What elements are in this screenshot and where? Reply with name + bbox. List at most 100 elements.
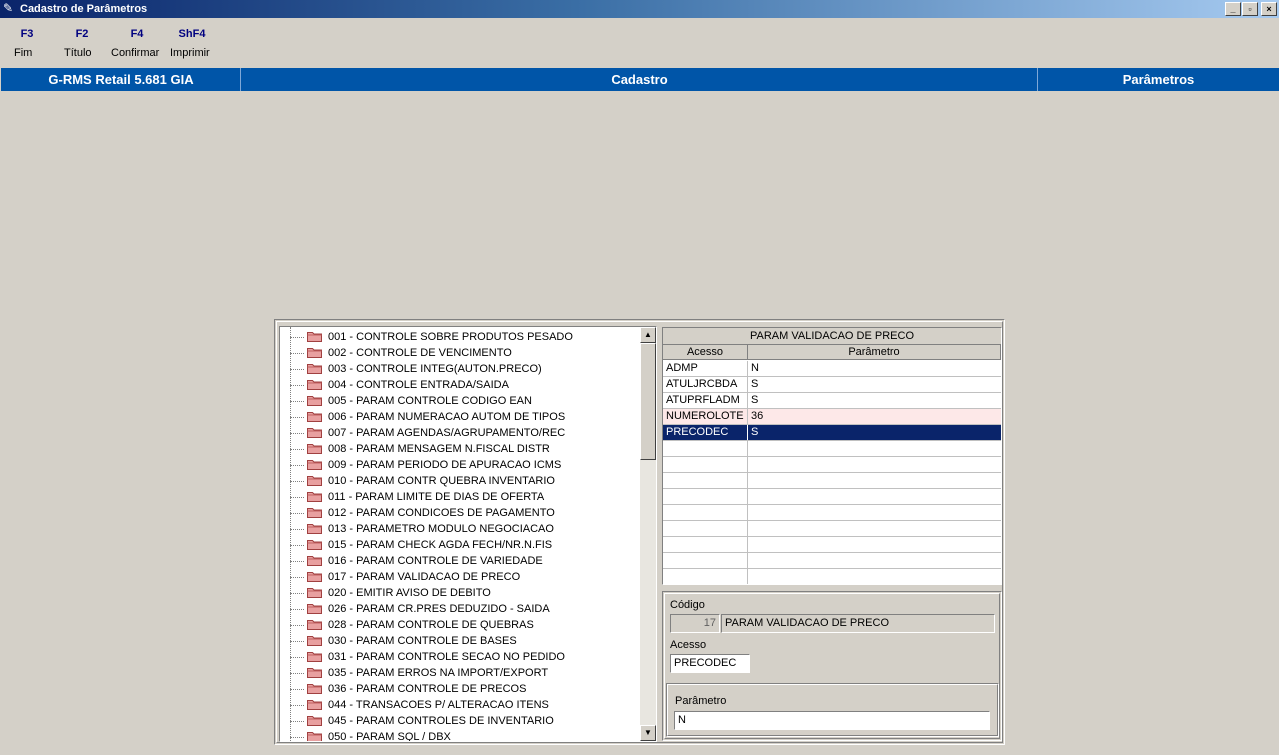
tree-item[interactable]: 005 - PARAM CONTROLE CODIGO EAN xyxy=(280,393,640,409)
tree-item[interactable]: 031 - PARAM CONTROLE SECAO NO PEDIDO xyxy=(280,649,640,665)
scroll-down-icon[interactable]: ▼ xyxy=(640,725,656,741)
tree-item[interactable]: 012 - PARAM CONDICOES DE PAGAMENTO xyxy=(280,505,640,521)
tree-item[interactable]: 020 - EMITIR AVISO DE DEBITO xyxy=(280,585,640,601)
tree-connector xyxy=(290,545,304,546)
tree-item[interactable]: 016 - PARAM CONTROLE DE VARIEDADE xyxy=(280,553,640,569)
tree-item[interactable]: 026 - PARAM CR.PRES DEDUZIDO - SAIDA xyxy=(280,601,640,617)
confirmar-button[interactable]: F4 Confirmar xyxy=(111,26,163,59)
acesso-cell xyxy=(663,473,748,488)
folder-icon xyxy=(307,667,322,678)
tree-item-label: 017 - PARAM VALIDACAO DE PRECO xyxy=(328,571,521,583)
tree-item[interactable]: 008 - PARAM MENSAGEM N.FISCAL DISTR xyxy=(280,441,640,457)
tree-item[interactable]: 044 - TRANSACOES P/ ALTERACAO ITENS xyxy=(280,697,640,713)
tree-item[interactable]: 002 - CONTROLE DE VENCIMENTO xyxy=(280,345,640,361)
tree-item[interactable]: 011 - PARAM LIMITE DE DIAS DE OFERTA xyxy=(280,489,640,505)
grid-title: PARAM VALIDACAO DE PRECO xyxy=(663,328,1001,345)
folder-icon xyxy=(307,411,322,422)
tree-connector xyxy=(290,337,304,338)
tree-connector xyxy=(290,641,304,642)
tree-item-label: 004 - CONTROLE ENTRADA/SAIDA xyxy=(328,379,509,391)
table-row[interactable] xyxy=(663,521,1001,537)
acesso-cell: ADMP xyxy=(663,361,748,376)
table-row[interactable] xyxy=(663,441,1001,457)
tree-connector xyxy=(290,353,304,354)
acesso-cell xyxy=(663,537,748,552)
acesso-cell: ATULJRCBDA xyxy=(663,377,748,392)
parameter-tree[interactable]: 001 - CONTROLE SOBRE PRODUTOS PESADO 002 … xyxy=(279,326,657,742)
tree-item[interactable]: 036 - PARAM CONTROLE DE PRECOS xyxy=(280,681,640,697)
tree-item[interactable]: 009 - PARAM PERIODO DE APURACAO ICMS xyxy=(280,457,640,473)
table-row[interactable] xyxy=(663,569,1001,584)
folder-icon xyxy=(307,715,322,726)
tree-item[interactable]: 006 - PARAM NUMERACAO AUTOM DE TIPOS xyxy=(280,409,640,425)
tree-item[interactable]: 010 - PARAM CONTR QUEBRA INVENTARIO xyxy=(280,473,640,489)
tree-scrollbar[interactable]: ▲ ▼ xyxy=(640,327,656,741)
folder-icon xyxy=(307,555,322,566)
minimize-button[interactable]: _ xyxy=(1225,2,1241,16)
table-row[interactable]: ADMP N xyxy=(663,361,1001,377)
imprimir-label: Imprimir xyxy=(170,47,210,59)
table-row[interactable]: ATULJRCBDA S xyxy=(663,377,1001,393)
folder-icon xyxy=(307,363,322,374)
column-header-parametro[interactable]: Parâmetro xyxy=(748,345,1001,360)
fim-label: Fim xyxy=(14,47,33,59)
folder-icon xyxy=(307,507,322,518)
tree-item[interactable]: 050 - PARAM SQL / DBX xyxy=(280,729,640,741)
table-row[interactable] xyxy=(663,457,1001,473)
tree-item[interactable]: 013 - PARAMETRO MODULO NEGOCIACAO xyxy=(280,521,640,537)
parametro-cell xyxy=(748,537,1001,552)
app-version: G-RMS Retail 5.681 GIA xyxy=(48,72,194,87)
acesso-cell xyxy=(663,521,748,536)
titulo-key: F2 xyxy=(75,28,89,40)
parametro-field[interactable]: N xyxy=(674,711,990,730)
scroll-thumb[interactable] xyxy=(640,343,656,460)
scroll-up-icon[interactable]: ▲ xyxy=(640,327,656,343)
table-row[interactable] xyxy=(663,553,1001,569)
tree-item[interactable]: 028 - PARAM CONTROLE DE QUEBRAS xyxy=(280,617,640,633)
tree-item[interactable]: 003 - CONTROLE INTEG(AUTON.PRECO) xyxy=(280,361,640,377)
tree-connector xyxy=(290,673,304,674)
parametro-cell xyxy=(748,553,1001,568)
tree-item[interactable]: 007 - PARAM AGENDAS/AGRUPAMENTO/REC xyxy=(280,425,640,441)
tree-item[interactable]: 030 - PARAM CONTROLE DE BASES xyxy=(280,633,640,649)
acesso-cell: NUMEROLOTE xyxy=(663,409,748,424)
folder-icon xyxy=(307,651,322,662)
tree-item[interactable]: 001 - CONTROLE SOBRE PRODUTOS PESADO xyxy=(280,329,640,345)
tree-item[interactable]: 035 - PARAM ERROS NA IMPORT/EXPORT xyxy=(280,665,640,681)
table-row[interactable] xyxy=(663,505,1001,521)
tree-item-label: 008 - PARAM MENSAGEM N.FISCAL DISTR xyxy=(328,443,550,455)
parametro-cell: N xyxy=(751,362,759,374)
table-row[interactable]: PRECODEC S xyxy=(663,425,1001,441)
tree-item[interactable]: 045 - PARAM CONTROLES DE INVENTARIO xyxy=(280,713,640,729)
titulo-button[interactable]: F2 Título xyxy=(64,26,100,59)
tree-item-label: 031 - PARAM CONTROLE SECAO NO PEDIDO xyxy=(328,651,565,663)
table-row[interactable]: NUMEROLOTE 36 xyxy=(663,409,1001,425)
acesso-cell xyxy=(663,569,748,584)
tree-item-label: 026 - PARAM CR.PRES DEDUZIDO - SAIDA xyxy=(328,603,550,615)
acesso-cell xyxy=(663,457,748,472)
window-title: Cadastro de Parâmetros xyxy=(20,3,148,15)
table-row[interactable] xyxy=(663,537,1001,553)
acesso-cell xyxy=(663,553,748,568)
column-header-acesso[interactable]: Acesso xyxy=(663,345,748,360)
tree-connector xyxy=(290,625,304,626)
restore-button[interactable]: ▫ xyxy=(1242,2,1258,16)
tree-item-label: 005 - PARAM CONTROLE CODIGO EAN xyxy=(328,395,532,407)
tree-connector xyxy=(290,689,304,690)
window-controls: _ ▫ × xyxy=(1225,2,1277,16)
tree-item-label: 007 - PARAM AGENDAS/AGRUPAMENTO/REC xyxy=(328,427,566,439)
tree-item[interactable]: 004 - CONTROLE ENTRADA/SAIDA xyxy=(280,377,640,393)
close-button[interactable]: × xyxy=(1261,2,1277,16)
table-row[interactable] xyxy=(663,489,1001,505)
title-bar: ✎ Cadastro de Parâmetros _ ▫ × xyxy=(0,0,1279,18)
acesso-cell xyxy=(663,441,748,456)
tree-connector xyxy=(290,497,304,498)
table-row[interactable] xyxy=(663,473,1001,489)
fim-button[interactable]: F3 Fim xyxy=(14,26,40,59)
table-row[interactable]: ATUPRFLADM S xyxy=(663,393,1001,409)
imprimir-button[interactable]: ShF4 Imprimir xyxy=(170,26,214,59)
acesso-field[interactable]: PRECODEC xyxy=(670,654,750,673)
tree-item[interactable]: 017 - PARAM VALIDACAO DE PRECO xyxy=(280,569,640,585)
tree-connector xyxy=(290,385,304,386)
tree-item[interactable]: 015 - PARAM CHECK AGDA FECH/NR.N.FIS xyxy=(280,537,640,553)
